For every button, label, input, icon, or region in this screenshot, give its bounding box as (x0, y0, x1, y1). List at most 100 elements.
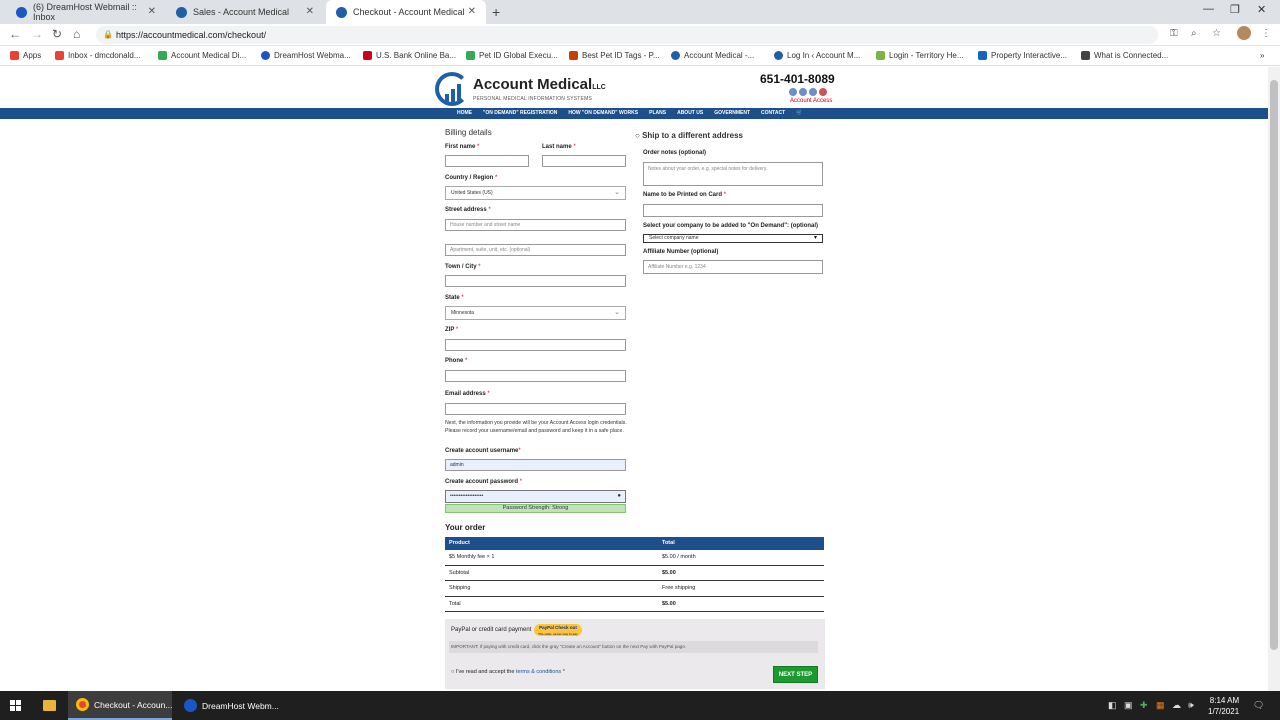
tab-checkout-account-medical[interactable]: Checkout - Account Medical ✕ (326, 0, 486, 24)
url-text: https://accountmedical.com/checkout/ (116, 30, 267, 40)
close-window-icon[interactable]: ✕ (1257, 3, 1266, 16)
bookmark-log-in[interactable]: Log In ‹ Account M... (774, 51, 860, 60)
bookmark-star-icon[interactable]: ☆ (1212, 28, 1221, 39)
bookmark-dreamhost[interactable]: DreamHost Webma... (261, 51, 351, 60)
username-input[interactable] (445, 459, 626, 471)
onedrive-icon[interactable]: ☁ (1172, 700, 1181, 711)
address-bar[interactable]: 🔒 https://accountmedical.com/checkout/ (96, 26, 1158, 44)
company-select[interactable]: Select company name ▾ (643, 234, 823, 243)
tray-app-icon[interactable]: ◧ (1108, 700, 1117, 711)
cart-icon[interactable]: 🛒 (796, 110, 802, 116)
nav-home[interactable]: HOME (457, 110, 472, 116)
linkedin-icon[interactable] (809, 88, 817, 96)
password-label: Create account password * (445, 479, 523, 485)
affiliate-input[interactable] (643, 260, 823, 274)
bookmark-property[interactable]: Property Interactive... (978, 51, 1067, 60)
tray-app-icon[interactable]: ▦ (1156, 700, 1165, 711)
bookmark-territory[interactable]: Login - Territory He... (876, 51, 964, 60)
terms-checkbox[interactable]: ○ (451, 669, 454, 675)
order-notes-textarea[interactable] (643, 162, 823, 186)
ship-checkbox-icon[interactable]: ○ (635, 131, 640, 140)
bookmark-what-is-connected[interactable]: What is Connected... (1081, 51, 1168, 60)
notifications-icon[interactable]: 🗨 (1253, 700, 1264, 711)
main-nav: HOME "ON DEMAND" REGISTRATION HOW "ON DE… (0, 108, 1268, 119)
password-input[interactable]: ••••••••••••••••••• ● (445, 490, 626, 503)
restore-icon[interactable]: ❐ (1230, 3, 1240, 16)
forward-icon[interactable]: → (31, 27, 43, 41)
tab-sales-account-medical[interactable]: Sales - Account Medical ✕ (166, 0, 324, 24)
taskbar-chrome-checkout[interactable]: Checkout - Accoun... (68, 691, 172, 720)
nav-on-demand-registration[interactable]: "ON DEMAND" REGISTRATION (483, 110, 557, 116)
dreamhost-favicon-icon (16, 6, 27, 18)
account-access-link[interactable]: Account Access (790, 98, 832, 104)
last-name-input[interactable] (542, 155, 626, 167)
payment-method-paypal[interactable]: PayPal or credit card payment (451, 627, 531, 633)
nav-government[interactable]: GOVERNMENT (714, 110, 750, 116)
first-name-input[interactable] (445, 155, 529, 167)
ship-different-address[interactable]: ○ Ship to a different address (635, 131, 743, 140)
scrollbar-thumb[interactable] (1270, 80, 1278, 650)
nav-about-us[interactable]: ABOUT US (677, 110, 703, 116)
youtube-icon[interactable] (819, 88, 827, 96)
taskbar-clock[interactable]: 8:14 AM 1/7/2021 (1208, 695, 1239, 717)
facebook-icon[interactable] (789, 88, 797, 96)
volume-icon[interactable]: 🕪 (1188, 700, 1194, 711)
zoom-icon[interactable]: ⌕ (1191, 28, 1197, 39)
apps-grid-icon (10, 51, 19, 60)
apartment-input[interactable] (445, 244, 626, 256)
state-select[interactable]: Minnesota ⌄ (445, 306, 626, 320)
file-explorer-icon[interactable] (43, 700, 56, 711)
zip-input[interactable] (445, 339, 626, 351)
tab-dreamhost-inbox[interactable]: (6) DreamHost Webmail :: Inbox ✕ (6, 0, 166, 24)
billing-title: Billing details (445, 128, 492, 137)
taskbar-dreamhost-webmail[interactable]: DreamHost Webm... (176, 691, 280, 720)
country-select[interactable]: United States (US) ⌄ (445, 186, 626, 200)
tray-app-icon[interactable]: ▣ (1124, 700, 1133, 711)
phone-number[interactable]: 651-401-8089 (760, 72, 835, 86)
bank-icon (363, 51, 372, 60)
minimize-icon[interactable]: — (1203, 3, 1214, 15)
phone-input[interactable] (445, 370, 626, 382)
new-tab-icon[interactable]: + (492, 4, 500, 20)
profile-avatar[interactable] (1237, 26, 1251, 40)
bookmark-apps[interactable]: Apps (10, 51, 41, 60)
payment-box: PayPal or credit card payment PayPal Che… (445, 619, 825, 689)
city-input[interactable] (445, 275, 626, 287)
chevron-down-icon: ⌄ (614, 189, 620, 196)
windows-start-icon[interactable] (10, 700, 21, 711)
bookmark-account-medical-di[interactable]: Account Medical Di... (158, 51, 246, 60)
tray-app-icon[interactable]: ✚ (1140, 700, 1148, 711)
street-address-input[interactable] (445, 219, 626, 231)
terms-link[interactable]: terms & conditions (516, 669, 561, 675)
bookmark-inbox[interactable]: Inbox - dmcdonald... (55, 51, 140, 60)
nav-contact[interactable]: CONTACT (761, 110, 785, 116)
key-icon[interactable]: ⚿ (1170, 28, 1178, 39)
email-input[interactable] (445, 403, 626, 415)
menu-dots-icon[interactable]: ⋮ (1261, 28, 1271, 39)
site-logo[interactable]: Account MedicalLLC PERSONAL MEDICAL INFO… (435, 70, 606, 108)
bookmark-account-medical[interactable]: Account Medical -... (671, 51, 754, 60)
payment-important-note: IMPORTANT: If paying with credit card, c… (449, 641, 818, 653)
close-tab-icon[interactable]: ✕ (306, 6, 314, 17)
nav-how-on-demand-works[interactable]: HOW "ON DEMAND" WORKS (568, 110, 638, 116)
twitter-icon[interactable] (799, 88, 807, 96)
more-bookmarks-icon[interactable]: » (1260, 51, 1264, 60)
username-label: Create account username* (445, 448, 521, 454)
back-icon[interactable]: ← (9, 27, 21, 41)
bookmark-best-pet-id[interactable]: Best Pet ID Tags - P... (569, 51, 660, 60)
close-tab-icon[interactable]: ✕ (468, 6, 476, 17)
show-password-icon[interactable]: ● (617, 491, 621, 501)
card-name-input[interactable] (643, 204, 823, 217)
bookmark-pet-id-global[interactable]: Pet ID Global Execu... (466, 51, 558, 60)
drive-icon (158, 51, 167, 60)
nav-plans[interactable]: PLANS (649, 110, 666, 116)
home-icon[interactable]: ⌂ (73, 27, 80, 41)
chevron-down-icon: ⌄ (614, 309, 620, 316)
company-label: Select your company to be added to "On D… (643, 223, 819, 229)
reload-icon[interactable]: ↻ (52, 27, 62, 41)
logo-name: Account Medical (473, 76, 593, 93)
phone-label: Phone * (445, 358, 468, 364)
next-step-button[interactable]: NEXT STEP (773, 666, 818, 683)
bookmark-us-bank[interactable]: U.S. Bank Online Ba... (363, 51, 456, 60)
close-tab-icon[interactable]: ✕ (148, 6, 156, 17)
